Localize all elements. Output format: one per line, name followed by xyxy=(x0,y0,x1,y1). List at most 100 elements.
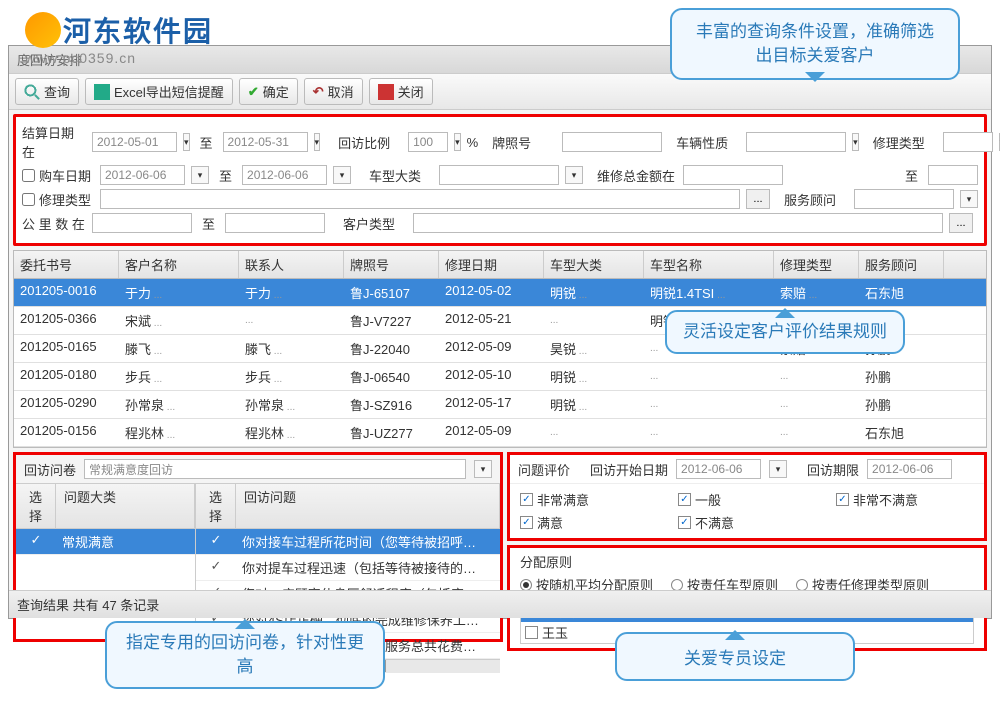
filter-panel: 结算日期在 ▾ 至 ▾ 回访比例 ▾ % 牌照号 车辆性质 ▾ 修理类型 ▾ 购… xyxy=(13,114,987,246)
grid-header-cell[interactable]: 委托书号 xyxy=(14,251,119,278)
model-class-select[interactable] xyxy=(439,165,559,185)
repair-type-browse-button[interactable]: ... xyxy=(746,189,770,209)
calendar-icon[interactable]: ▾ xyxy=(769,460,787,478)
grid-header-cell[interactable]: 修理日期 xyxy=(439,251,544,278)
dropdown-icon[interactable]: ▾ xyxy=(960,190,978,208)
grid-header: 委托书号客户名称联系人牌照号修理日期车型大类车型名称修理类型服务顾问 xyxy=(14,251,986,279)
eval-option[interactable]: ✓非常不满意 xyxy=(836,490,974,509)
table-cell: 2012-05-09 xyxy=(439,335,544,362)
calendar-icon[interactable]: ▾ xyxy=(183,133,190,151)
eval-option[interactable]: ✓不满意 xyxy=(678,513,816,532)
table-cell: ... xyxy=(774,363,859,390)
table-cell: 鲁J-06540 xyxy=(344,363,439,390)
grid-header-cell[interactable]: 车型大类 xyxy=(544,251,644,278)
undo-icon: ↶ xyxy=(313,84,324,100)
grid-header-cell[interactable]: 服务顾问 xyxy=(859,251,944,278)
grid-header-cell[interactable]: 客户名称 xyxy=(119,251,239,278)
calendar-icon[interactable]: ▾ xyxy=(191,166,209,184)
settle-date-from[interactable] xyxy=(92,132,177,152)
checkbox-icon: ✓ xyxy=(836,493,849,506)
table-cell: 201205-0180 xyxy=(14,363,119,390)
dropdown-icon[interactable]: ▾ xyxy=(474,460,492,478)
check-icon: ✔ xyxy=(248,84,259,100)
visit-ratio-input[interactable] xyxy=(408,132,448,152)
table-cell: 鲁J-V7227 xyxy=(344,307,439,334)
table-row[interactable]: 201205-0016于力 ...于力 ...鲁J-651072012-05-0… xyxy=(14,279,986,307)
grid-header-cell[interactable]: 牌照号 xyxy=(344,251,439,278)
question-row[interactable]: ✓你对接车过程所花时间（您等待被招呼… xyxy=(196,529,500,555)
amount-to-input[interactable] xyxy=(928,165,978,185)
cancel-button[interactable]: ↶取消 xyxy=(304,78,363,105)
table-row[interactable]: 201205-0180步兵 ...步兵 ...鲁J-065402012-05-1… xyxy=(14,363,986,391)
table-cell: ... xyxy=(544,307,644,334)
grid-header-cell[interactable]: 联系人 xyxy=(239,251,344,278)
radio-icon xyxy=(796,579,808,591)
table-cell: 孙鹏 xyxy=(859,363,944,390)
table-cell: 石东旭 xyxy=(859,419,944,446)
calendar-icon[interactable]: ▾ xyxy=(314,133,321,151)
grid-header-cell[interactable]: 车型名称 xyxy=(644,251,774,278)
table-cell: 2012-05-10 xyxy=(439,363,544,390)
survey-select[interactable] xyxy=(84,459,466,479)
table-cell: 明锐1.4TSI ... xyxy=(644,279,774,306)
purchase-date-from[interactable] xyxy=(100,165,185,185)
table-row[interactable]: 201205-0290孙常泉 ...孙常泉 ...鲁J-SZ9162012-05… xyxy=(14,391,986,419)
calendar-icon[interactable]: ▾ xyxy=(333,166,351,184)
dropdown-icon[interactable]: ▾ xyxy=(565,166,583,184)
repair-type-checkbox[interactable] xyxy=(22,193,35,206)
table-cell: ... xyxy=(544,419,644,446)
query-button[interactable]: 查询 xyxy=(15,78,79,105)
mileage-to-input[interactable] xyxy=(225,213,325,233)
table-cell: 孙常泉 ... xyxy=(239,391,344,418)
category-row[interactable]: ✓常规满意 xyxy=(16,529,195,555)
question-row[interactable]: ✓你对提车过程迅速（包括等待被接待的… xyxy=(196,555,500,581)
watermark-logo-icon xyxy=(25,12,61,48)
checkbox-icon: ✓ xyxy=(520,516,533,529)
table-cell: 鲁J-65107 xyxy=(344,279,439,306)
advisor-select[interactable] xyxy=(854,189,954,209)
close-button[interactable]: 关闭 xyxy=(369,78,433,105)
eval-option[interactable]: ✓非常满意 xyxy=(520,490,658,509)
eval-option[interactable]: ✓一般 xyxy=(678,490,816,509)
dropdown-icon[interactable]: ▾ xyxy=(852,133,859,151)
watermark-title: 河东软件园 xyxy=(63,10,213,50)
table-cell: 2012-05-09 xyxy=(439,419,544,446)
survey-label: 回访问卷 xyxy=(24,460,76,479)
purchase-date-to[interactable] xyxy=(242,165,327,185)
table-cell: ... xyxy=(644,363,774,390)
confirm-button[interactable]: ✔确定 xyxy=(239,78,298,105)
repair-type-input[interactable] xyxy=(100,189,740,209)
table-cell: 滕飞 ... xyxy=(239,335,344,362)
eval-title: 问题评价 xyxy=(518,460,570,479)
table-cell: 鲁J-SZ916 xyxy=(344,391,439,418)
table-cell: 2012-05-17 xyxy=(439,391,544,418)
table-cell: 孙常泉 ... xyxy=(119,391,239,418)
close-icon xyxy=(378,84,394,100)
customer-type-browse-button[interactable]: ... xyxy=(949,213,973,233)
table-row[interactable]: 201205-0156程兆林 ...程兆林 ...鲁J-UZ2772012-05… xyxy=(14,419,986,447)
checkbox-icon: ✓ xyxy=(678,516,691,529)
settle-date-to[interactable] xyxy=(223,132,308,152)
table-cell: 201205-0016 xyxy=(14,279,119,306)
customer-type-input[interactable] xyxy=(413,213,943,233)
callout-bottom-right: 关爱专员设定 xyxy=(615,632,855,681)
table-cell: 程兆林 ... xyxy=(119,419,239,446)
eval-option[interactable]: ✓满意 xyxy=(520,513,658,532)
stepper-icon[interactable]: ▾ xyxy=(454,133,461,151)
mileage-from-input[interactable] xyxy=(92,213,192,233)
repair-type-select[interactable] xyxy=(943,132,993,152)
table-cell: 滕飞 ... xyxy=(119,335,239,362)
status-bar: 查询结果 共有 47 条记录 xyxy=(9,590,991,618)
table-cell: 石东旭 xyxy=(859,279,944,306)
excel-export-button[interactable]: Excel导出短信提醒 xyxy=(85,78,233,105)
eval-deadline[interactable] xyxy=(867,459,952,479)
amount-from-input[interactable] xyxy=(683,165,783,185)
vehicle-nature-select[interactable] xyxy=(746,132,846,152)
table-cell: 程兆林 ... xyxy=(239,419,344,446)
grid-header-cell[interactable]: 修理类型 xyxy=(774,251,859,278)
purchase-date-checkbox[interactable] xyxy=(22,169,35,182)
table-cell: 明锐 ... xyxy=(544,391,644,418)
checkbox-icon: ✓ xyxy=(678,493,691,506)
eval-start-date[interactable] xyxy=(676,459,761,479)
plate-input[interactable] xyxy=(562,132,662,152)
